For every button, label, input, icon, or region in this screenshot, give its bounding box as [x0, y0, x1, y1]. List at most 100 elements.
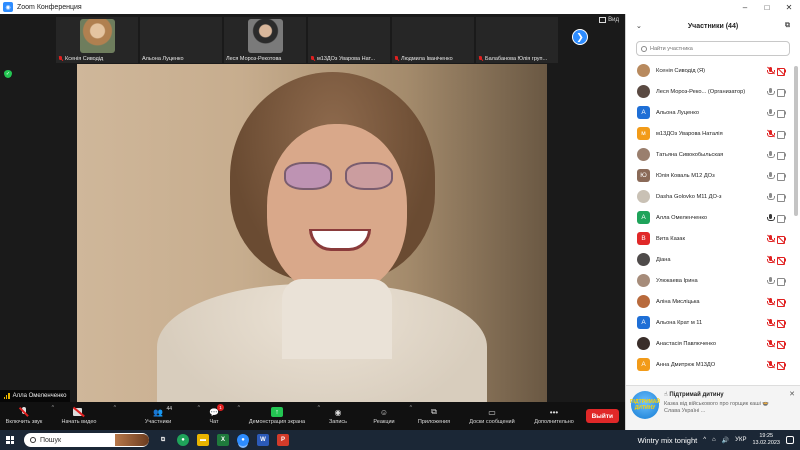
network-icon[interactable]: ⌂ — [712, 437, 716, 443]
camera-icon[interactable] — [777, 277, 786, 286]
shield-check-icon[interactable]: ✓ — [4, 70, 12, 78]
participant-row[interactable]: Dasha Golovko M11 ДО-з — [626, 186, 790, 207]
participant-row[interactable]: Ю Юлія Коваль М12 ДОз — [626, 165, 790, 186]
camera-off-icon[interactable] — [777, 319, 786, 328]
mic-icon[interactable] — [767, 192, 775, 201]
mic-muted-icon[interactable] — [767, 339, 775, 348]
task-view-icon[interactable]: ⧉ — [157, 434, 169, 446]
chevron-down-icon[interactable]: ⌄ — [636, 22, 642, 30]
participant-row[interactable]: Анастасія Павлюченко — [626, 333, 790, 354]
avatar — [637, 64, 650, 77]
participant-tile[interactable]: Леся Мороз-Рекотова — [224, 17, 306, 63]
next-page-button[interactable]: ❯ — [572, 29, 588, 45]
camera-off-icon[interactable] — [777, 235, 786, 244]
participant-row[interactable]: Улюкаева Ірина — [626, 270, 790, 291]
maximize-icon[interactable]: □ — [756, 3, 778, 12]
reactions-button[interactable]: ☺ ^ Реакции — [362, 402, 412, 430]
more-button[interactable]: ••• Дополнительно — [526, 402, 582, 430]
tray-chevron-icon[interactable]: ^ — [703, 437, 706, 443]
language-indicator[interactable]: УКР — [735, 437, 746, 443]
slash-mark — [767, 66, 775, 74]
mic-muted-icon[interactable] — [767, 360, 775, 369]
close-icon[interactable]: ✕ — [778, 3, 800, 12]
camera-icon[interactable] — [777, 172, 786, 181]
participants-button[interactable]: 👥 44 ^ Участники — [122, 402, 200, 430]
participant-tile[interactable]: Ксенія Сиводід — [56, 17, 138, 63]
participant-tile[interactable]: Альона Луценко — [140, 17, 222, 63]
notification-center-icon[interactable] — [786, 436, 794, 444]
participant-name: Діана — [656, 256, 671, 263]
participant-row[interactable]: Леся Мороз-Реко... (Организатор) — [626, 81, 790, 102]
word-icon[interactable]: W — [257, 434, 269, 446]
weather-widget[interactable]: Wintry mix tonight — [638, 436, 698, 445]
taskbar-search-label: Пошук — [40, 436, 62, 444]
leave-button[interactable]: Выйти — [585, 409, 619, 423]
tile-name: Людмила Іваніченко — [401, 56, 453, 62]
record-button[interactable]: ◉ Запись — [320, 402, 356, 430]
volume-icon[interactable]: 🔊 — [722, 437, 729, 444]
mic-muted-icon[interactable] — [767, 255, 775, 264]
participant-tile[interactable]: м13ДОз Уварова Нат... — [308, 17, 390, 63]
mic-muted-icon[interactable] — [767, 234, 775, 243]
minimize-icon[interactable]: – — [734, 3, 756, 12]
mic-icon[interactable] — [767, 87, 775, 96]
zoom-taskbar-icon[interactable]: ● — [237, 434, 249, 446]
file-explorer-icon[interactable]: ▬ — [197, 434, 209, 446]
participant-search[interactable] — [636, 41, 790, 56]
unmute-button[interactable]: ^ Включить звук — [0, 402, 54, 430]
camera-off-icon[interactable] — [777, 340, 786, 349]
mic-muted-icon[interactable] — [767, 318, 775, 327]
camera-icon[interactable] — [777, 130, 786, 139]
camera-off-icon[interactable] — [777, 67, 786, 76]
powerpoint-icon[interactable]: P — [277, 434, 289, 446]
participant-tile[interactable]: Людмила Іваніченко — [392, 17, 474, 63]
participant-row[interactable]: А Алла Омеленченко — [626, 207, 790, 228]
windows-start-icon[interactable] — [6, 436, 14, 444]
popout-icon[interactable]: ⧉ — [785, 22, 790, 30]
close-icon[interactable]: ✕ — [789, 390, 795, 398]
slash-mark — [767, 339, 775, 347]
notification-card[interactable]: ПІДТРИМАЙ ДИТИНУ ☝ Підтримай дитину Казк… — [626, 385, 800, 430]
chrome-icon[interactable]: ● — [177, 434, 189, 446]
participant-list-scrollbar[interactable] — [794, 66, 798, 216]
avatar: Ю — [637, 169, 650, 182]
mic-muted-icon[interactable] — [767, 66, 775, 75]
search-input[interactable] — [650, 45, 780, 52]
apps-button[interactable]: ⧉ Приложения — [412, 402, 456, 430]
chat-button[interactable]: 💬 1 ^ Чат — [194, 402, 240, 430]
mic-muted-icon[interactable] — [767, 129, 775, 138]
participant-row[interactable]: Ксенія Сиводід (Я) — [626, 60, 790, 81]
view-button[interactable]: Вид — [599, 17, 619, 23]
mic-icon[interactable] — [767, 171, 775, 180]
camera-icon[interactable] — [777, 193, 786, 202]
participant-row[interactable]: Аліна Мисліцька — [626, 291, 790, 312]
participant-row[interactable]: В Вита Казак — [626, 228, 790, 249]
mic-icon[interactable] — [767, 108, 775, 117]
participant-list[interactable]: Ксенія Сиводід (Я) Леся Мороз-Реко... (Ор… — [626, 60, 790, 388]
camera-icon[interactable] — [777, 88, 786, 97]
mic-icon[interactable] — [767, 276, 775, 285]
share-screen-button[interactable]: ↑ ^ Демонстрация экрана — [240, 402, 320, 430]
camera-icon[interactable] — [777, 109, 786, 118]
camera-off-icon[interactable] — [777, 256, 786, 265]
whiteboards-button[interactable]: ▭ Доски сообщений — [460, 402, 524, 430]
participant-tile[interactable]: Балабанова Юлія груп... — [476, 17, 558, 63]
taskbar-clock[interactable]: 19:25 13.02.2023 — [752, 433, 780, 447]
camera-icon[interactable] — [777, 151, 786, 160]
participant-row[interactable]: Діана — [626, 249, 790, 270]
participant-row[interactable]: А Альона Крат м 11 — [626, 312, 790, 333]
participant-row[interactable]: А Альона Луценко — [626, 102, 790, 123]
camera-icon[interactable] — [777, 214, 786, 223]
participant-row[interactable]: Татьяна Сивокобыльская — [626, 144, 790, 165]
chevron-up-icon[interactable]: ^ — [114, 405, 116, 411]
mic-muted-icon[interactable] — [767, 297, 775, 306]
camera-off-icon[interactable] — [777, 361, 786, 370]
participant-row[interactable]: м м13ДОз Уварова Наталія — [626, 123, 790, 144]
start-video-button[interactable]: ^ Начать видео — [48, 402, 116, 430]
excel-icon[interactable]: X — [217, 434, 229, 446]
participant-row[interactable]: А Анна Дмитрюк М13ДО — [626, 354, 790, 375]
taskbar-search[interactable]: Пошук — [24, 433, 149, 447]
camera-off-icon[interactable] — [777, 298, 786, 307]
mic-icon[interactable] — [767, 150, 775, 159]
mic-icon[interactable] — [767, 213, 775, 222]
